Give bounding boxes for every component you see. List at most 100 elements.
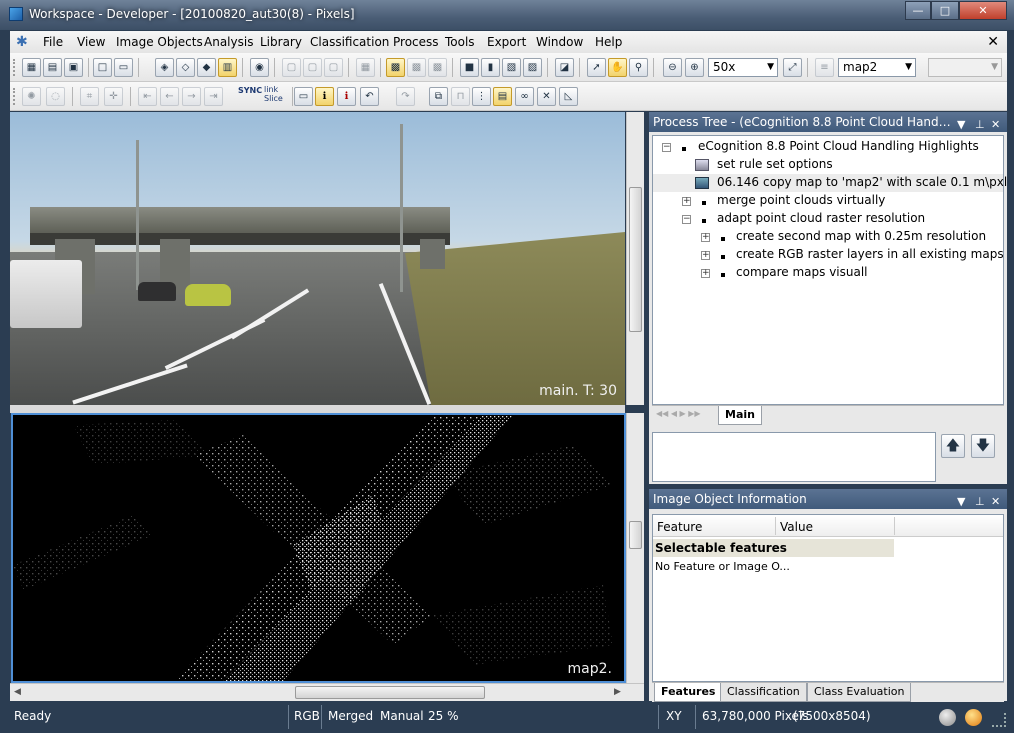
process-tree[interactable]: − eCognition 8.8 Point Cloud Handling Hi… <box>652 135 1007 405</box>
tab-class-evaluation[interactable]: Class Evaluation <box>807 683 912 702</box>
zoom-in-icon[interactable]: ⊕ <box>685 58 704 77</box>
panel-close-icon[interactable]: ✕ <box>991 115 1000 132</box>
single-layer-icon[interactable]: ■ <box>460 58 479 77</box>
resize-grip-icon[interactable] <box>992 713 1006 727</box>
panel-menu-icon[interactable]: ▼ <box>957 115 965 132</box>
new-workspace-icon[interactable]: ▦ <box>22 58 41 77</box>
select-cursor-icon[interactable]: ➚ <box>587 58 606 77</box>
process-edit-box[interactable] <box>652 432 936 482</box>
zoom-out-icon[interactable]: ⊖ <box>663 58 682 77</box>
pan-hand-icon[interactable]: ✋ <box>608 58 627 77</box>
menu-view[interactable]: View <box>77 35 105 49</box>
rule-set-icon[interactable]: ▤ <box>493 87 512 106</box>
segmentation-icon[interactable]: ✺ <box>22 87 41 106</box>
grid-icon[interactable]: ⌗ <box>80 87 99 106</box>
tree-icon[interactable]: ⋮ <box>472 87 491 106</box>
tree-item-merge-point-clouds[interactable]: merge point clouds virtually <box>717 193 885 207</box>
zoom-combo[interactable]: 50x ▼ <box>708 58 778 77</box>
zoom-fit-icon[interactable]: ⤢ <box>783 58 802 77</box>
info-icon[interactable]: ℹ <box>315 87 334 106</box>
tree-item-adapt-resolution[interactable]: adapt point cloud raster resolution <box>717 211 925 225</box>
classification-view-icon[interactable]: ▨ <box>523 58 542 77</box>
toolbar-grip[interactable] <box>13 59 17 76</box>
save-workspace-icon[interactable]: ▣ <box>64 58 83 77</box>
new-project-icon[interactable]: □ <box>93 58 112 77</box>
pin-icon[interactable]: ⊥ <box>975 115 985 132</box>
scrollbar-thumb[interactable] <box>295 686 485 699</box>
glasses-icon[interactable]: ∞ <box>515 87 534 106</box>
horizontal-scrollbar[interactable]: ◀ ▶ <box>10 683 644 701</box>
nav-first-icon[interactable]: ⇤ <box>138 87 157 106</box>
menu-library[interactable]: Library <box>260 35 302 49</box>
3d-view-icon[interactable]: ◌ <box>46 87 65 106</box>
split-view-2-icon[interactable]: ▩ <box>407 58 426 77</box>
tree-item-compare-maps[interactable]: compare maps visuall <box>736 265 868 279</box>
crosshair-icon[interactable]: ✛ <box>104 87 123 106</box>
panel-close-icon[interactable]: ✕ <box>991 492 1000 509</box>
tools-icon[interactable]: ✕ <box>537 87 556 106</box>
collapse-icon[interactable]: − <box>662 143 671 152</box>
split-view-3-icon[interactable]: ▩ <box>428 58 447 77</box>
link-slice-button[interactable]: link Slice <box>264 85 283 103</box>
object-table-icon[interactable]: ◆ <box>197 58 216 77</box>
open-workspace-icon[interactable]: ▤ <box>43 58 62 77</box>
menu-file[interactable]: File <box>43 35 63 49</box>
undo-icon[interactable]: ↶ <box>360 87 379 106</box>
view-splitter[interactable] <box>10 405 625 413</box>
layer-2-icon[interactable]: ▢ <box>303 58 322 77</box>
map-combo-2[interactable]: ▼ <box>928 58 1002 77</box>
scrollbar-thumb[interactable] <box>629 187 642 332</box>
image-objects-icon[interactable]: ◈ <box>155 58 174 77</box>
tree-item-copy-map[interactable]: copy map to 'map2' with scale 0.1 m\pxl <box>763 175 1007 189</box>
expand-icon[interactable]: + <box>682 197 691 206</box>
minimize-button[interactable]: — <box>905 1 931 20</box>
maximize-button[interactable]: □ <box>931 1 959 20</box>
scrollbar-thumb[interactable] <box>629 521 642 549</box>
tab-classification[interactable]: Classification <box>720 683 807 702</box>
menu-analysis[interactable]: Analysis <box>204 35 253 49</box>
map2-image-view[interactable]: map2. <box>11 413 626 683</box>
mdi-close-icon[interactable]: ✕ <box>987 34 999 50</box>
info-red-icon[interactable]: ℹ <box>337 87 356 106</box>
scroll-right-icon[interactable]: ▶ <box>614 687 621 697</box>
map-view-scrollbar[interactable] <box>626 413 644 683</box>
pan-sharpen-icon[interactable]: ▧ <box>502 58 521 77</box>
menu-export[interactable]: Export <box>487 35 526 49</box>
object-info-icon[interactable]: ◇ <box>176 58 195 77</box>
close-button[interactable]: ✕ <box>959 1 1007 20</box>
main-view-scrollbar[interactable] <box>626 112 644 405</box>
redo-icon[interactable]: ↷ <box>396 87 415 106</box>
menu-image-objects[interactable]: Image Objects <box>116 35 203 49</box>
split-view-icon[interactable]: ▩ <box>386 58 405 77</box>
tree-item-create-rgb-layers[interactable]: create RGB raster layers in all existing… <box>736 247 1004 261</box>
layer-3-icon[interactable]: ▢ <box>324 58 343 77</box>
main-image-view[interactable]: main. T: 30 <box>10 112 625 405</box>
feature-table[interactable]: Feature Value Selectable features No Fea… <box>652 514 1004 682</box>
map-settings-icon[interactable]: ≡ <box>815 58 834 77</box>
layer-1-icon[interactable]: ▢ <box>282 58 301 77</box>
expand-icon[interactable]: + <box>701 233 710 242</box>
tab-nav-icon[interactable]: ◀◀ ◀ ▶ ▶▶ <box>656 409 701 418</box>
app-menu-icon[interactable]: ✱ <box>16 34 32 50</box>
panel-menu-icon[interactable]: ▼ <box>957 492 965 509</box>
window-icon[interactable]: ▭ <box>294 87 313 106</box>
nav-last-icon[interactable]: ⇥ <box>204 87 223 106</box>
copy-icon[interactable]: ⧉ <box>429 87 448 106</box>
expand-icon[interactable]: + <box>701 269 710 278</box>
tree-item-set-rule-set-options[interactable]: set rule set options <box>717 157 833 171</box>
open-project-icon[interactable]: ▭ <box>114 58 133 77</box>
group-selectable-features[interactable]: Selectable features <box>655 541 787 555</box>
move-up-icon[interactable]: 🡅 <box>941 434 965 458</box>
column-header-feature[interactable]: Feature <box>657 520 702 534</box>
layer-mix-icon[interactable]: ▦ <box>356 58 375 77</box>
menu-tools[interactable]: Tools <box>445 35 475 49</box>
scroll-left-icon[interactable]: ◀ <box>14 687 21 697</box>
collapse-icon[interactable]: − <box>682 215 691 224</box>
menu-help[interactable]: Help <box>595 35 622 49</box>
nav-next-icon[interactable]: → <box>182 87 201 106</box>
tree-item-create-second-map[interactable]: create second map with 0.25m resolution <box>736 229 986 243</box>
globe-icon[interactable]: ◉ <box>250 58 269 77</box>
sync-button[interactable]: SYNC <box>238 86 262 95</box>
menu-classification[interactable]: Classification <box>310 35 389 49</box>
outlines-icon[interactable]: ◪ <box>555 58 574 77</box>
